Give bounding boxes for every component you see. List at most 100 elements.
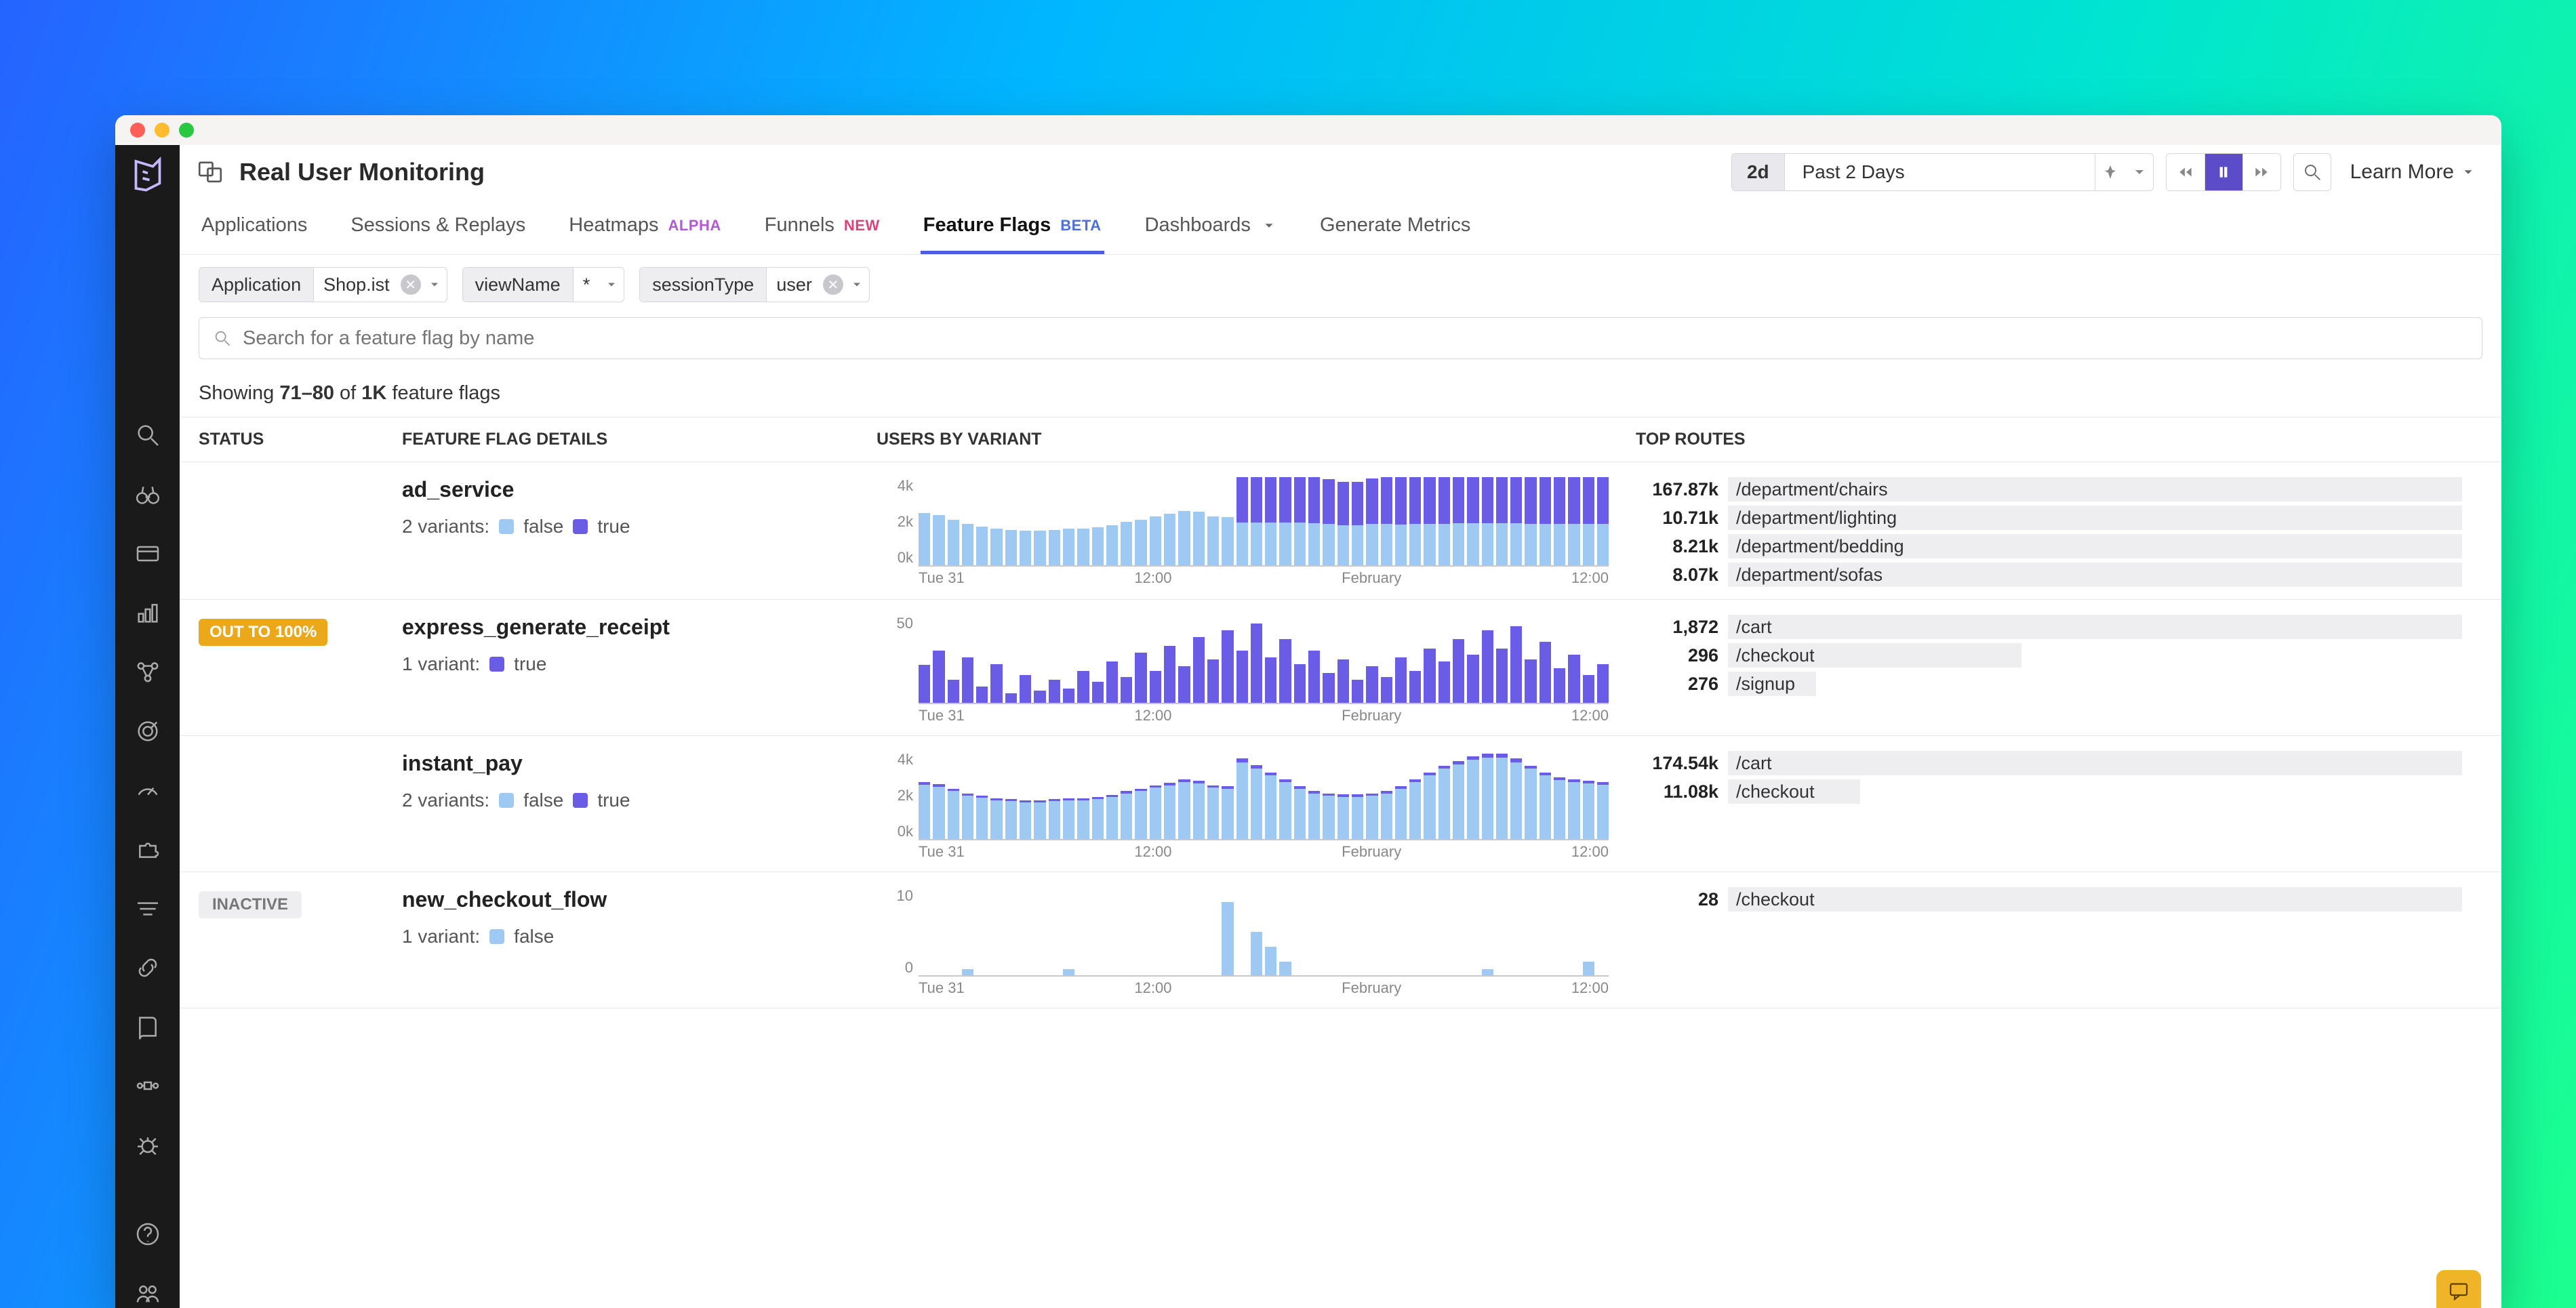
tab-sessions[interactable]: Sessions & Replays bbox=[348, 199, 528, 254]
route-path: /checkout bbox=[1736, 643, 1815, 668]
table-header: STATUS FEATURE FLAG DETAILS USERS BY VAR… bbox=[180, 417, 2501, 462]
time-range-selector[interactable]: 2d Past 2 Days bbox=[1731, 153, 2154, 191]
feature-flag-name: ad_service bbox=[402, 477, 877, 502]
card-nav-icon[interactable] bbox=[132, 539, 163, 568]
route-row[interactable]: 8.21k /department/bedding bbox=[1636, 534, 2462, 558]
users-chart-cell: 4k2k0kTue 3112:00February12:00 bbox=[877, 477, 1636, 587]
rewind-button[interactable] bbox=[2167, 154, 2205, 190]
route-row[interactable]: 11.08k /checkout bbox=[1636, 779, 2462, 804]
variant-swatch-false bbox=[489, 929, 504, 944]
status-cell: OUT TO 100% bbox=[199, 615, 402, 723]
variant-summary: 1 variant:true bbox=[402, 653, 877, 675]
route-row[interactable]: 276 /signup bbox=[1636, 672, 2462, 696]
filter-bar: Application Shop.ist ✕ viewName * sessio… bbox=[180, 255, 2501, 302]
datadog-logo-icon[interactable] bbox=[127, 155, 168, 195]
forward-button[interactable] bbox=[2242, 154, 2280, 190]
pipeline-nav-icon[interactable] bbox=[132, 1071, 163, 1101]
time-range-dropdown-icon[interactable] bbox=[2126, 154, 2153, 190]
route-row[interactable]: 1,872 /cart bbox=[1636, 615, 2462, 639]
app-window: Real User Monitoring 2d Past 2 Days bbox=[115, 115, 2501, 1308]
status-badge-inactive: INACTIVE bbox=[199, 891, 302, 918]
feature-flag-search[interactable] bbox=[199, 317, 2482, 359]
feature-flag-name: express_generate_receipt bbox=[402, 615, 877, 640]
tab-dashboards[interactable]: Dashboards bbox=[1142, 199, 1279, 254]
learn-more-label: Learn More bbox=[2350, 161, 2454, 184]
section-tabs: Applications Sessions & Replays Heatmaps… bbox=[180, 199, 2501, 255]
beta-badge: BETA bbox=[1060, 217, 1101, 234]
route-count: 1,872 bbox=[1636, 615, 1728, 639]
clear-filter-icon[interactable]: ✕ bbox=[823, 274, 843, 295]
route-count: 11.08k bbox=[1636, 779, 1728, 804]
table-row[interactable]: instant_pay2 variants:falsetrue4k2k0kTue… bbox=[180, 736, 2501, 872]
filter-pill[interactable]: sessionType user ✕ bbox=[639, 267, 870, 302]
maximize-window-icon[interactable] bbox=[179, 123, 194, 138]
route-count: 8.21k bbox=[1636, 534, 1728, 558]
users-by-variant-chart: 4k2k0kTue 3112:00February12:00 bbox=[877, 477, 1609, 586]
gauge-nav-icon[interactable] bbox=[132, 775, 163, 804]
route-row[interactable]: 296 /checkout bbox=[1636, 643, 2462, 668]
filter-key: viewName bbox=[463, 268, 573, 302]
tab-feature-flags[interactable]: Feature FlagsBETA bbox=[921, 199, 1104, 254]
filter-pill[interactable]: viewName * bbox=[462, 267, 625, 302]
route-count: 10.71k bbox=[1636, 506, 1728, 530]
filters-nav-icon[interactable] bbox=[132, 894, 163, 923]
minimize-window-icon[interactable] bbox=[155, 123, 169, 138]
feature-flag-name: instant_pay bbox=[402, 751, 877, 776]
variant-swatch-false bbox=[499, 793, 514, 808]
clear-filter-icon[interactable]: ✕ bbox=[401, 274, 421, 295]
route-count: 167.87k bbox=[1636, 477, 1728, 502]
barchart-nav-icon[interactable] bbox=[132, 598, 163, 628]
details-cell: instant_pay2 variants:falsetrue bbox=[402, 751, 877, 859]
pin-icon[interactable] bbox=[2095, 154, 2126, 190]
alpha-badge: ALPHA bbox=[668, 217, 721, 234]
search-nav-icon[interactable] bbox=[132, 421, 163, 450]
tab-funnels[interactable]: FunnelsNEW bbox=[762, 199, 883, 254]
bug-nav-icon[interactable] bbox=[132, 1130, 163, 1160]
puzzle-nav-icon[interactable] bbox=[132, 835, 163, 864]
route-path: /department/lighting bbox=[1736, 506, 1897, 530]
top-routes-cell: 1,872 /cart 296 /checkout 276 /signup bbox=[1636, 615, 2482, 723]
learn-more-button[interactable]: Learn More bbox=[2343, 153, 2482, 191]
tab-applications[interactable]: Applications bbox=[199, 199, 310, 254]
team-nav-icon[interactable] bbox=[132, 1279, 163, 1308]
link-nav-icon[interactable] bbox=[132, 953, 163, 982]
filter-pill[interactable]: Application Shop.ist ✕ bbox=[199, 267, 447, 302]
search-icon bbox=[213, 329, 232, 348]
binoculars-nav-icon[interactable] bbox=[132, 480, 163, 509]
filter-value: Shop.ist bbox=[314, 274, 399, 295]
network-nav-icon[interactable] bbox=[132, 657, 163, 687]
book-nav-icon[interactable] bbox=[132, 1012, 163, 1041]
route-count: 28 bbox=[1636, 887, 1728, 912]
route-row[interactable]: 28 /checkout bbox=[1636, 887, 2462, 912]
page-title: Real User Monitoring bbox=[239, 158, 485, 186]
filter-dropdown-icon[interactable] bbox=[422, 278, 447, 291]
time-range-short[interactable]: 2d bbox=[1732, 154, 1785, 190]
close-window-icon[interactable] bbox=[130, 123, 145, 138]
search-input[interactable] bbox=[243, 327, 2468, 350]
feedback-fab[interactable] bbox=[2436, 1270, 2481, 1308]
users-by-variant-chart: 4k2k0kTue 3112:00February12:00 bbox=[877, 751, 1609, 859]
table-row[interactable]: INACTIVEnew_checkout_flow1 variant:false… bbox=[180, 872, 2501, 1008]
filter-dropdown-icon[interactable] bbox=[845, 278, 869, 291]
chevron-down-icon bbox=[1262, 218, 1276, 233]
help-nav-icon[interactable] bbox=[132, 1219, 163, 1248]
target-nav-icon[interactable] bbox=[132, 716, 163, 745]
top-routes-cell: 174.54k /cart 11.08k /checkout bbox=[1636, 751, 2482, 859]
pause-button[interactable] bbox=[2205, 154, 2242, 190]
table-row[interactable]: ad_service2 variants:falsetrue4k2k0kTue … bbox=[180, 462, 2501, 600]
tab-heatmaps[interactable]: HeatmapsALPHA bbox=[566, 199, 723, 254]
route-row[interactable]: 174.54k /cart bbox=[1636, 751, 2462, 775]
route-path: /department/sofas bbox=[1736, 563, 1883, 587]
route-row[interactable]: 10.71k /department/lighting bbox=[1636, 506, 2462, 530]
table-row[interactable]: OUT TO 100%express_generate_receipt 1 var… bbox=[180, 600, 2501, 736]
zoom-reset-button[interactable] bbox=[2293, 153, 2331, 191]
route-row[interactable]: 167.87k /department/chairs bbox=[1636, 477, 2462, 502]
route-path: /department/bedding bbox=[1736, 534, 1904, 558]
users-by-variant-chart: 50Tue 3112:00February12:00 bbox=[877, 615, 1609, 723]
route-path: /department/chairs bbox=[1736, 477, 1888, 502]
tab-generate-metrics[interactable]: Generate Metrics bbox=[1317, 199, 1473, 254]
filter-dropdown-icon[interactable] bbox=[599, 278, 624, 291]
route-row[interactable]: 8.07k /department/sofas bbox=[1636, 563, 2462, 587]
col-routes: TOP ROUTES bbox=[1636, 430, 2482, 449]
users-by-variant-chart: 100Tue 3112:00February12:00 bbox=[877, 887, 1609, 996]
